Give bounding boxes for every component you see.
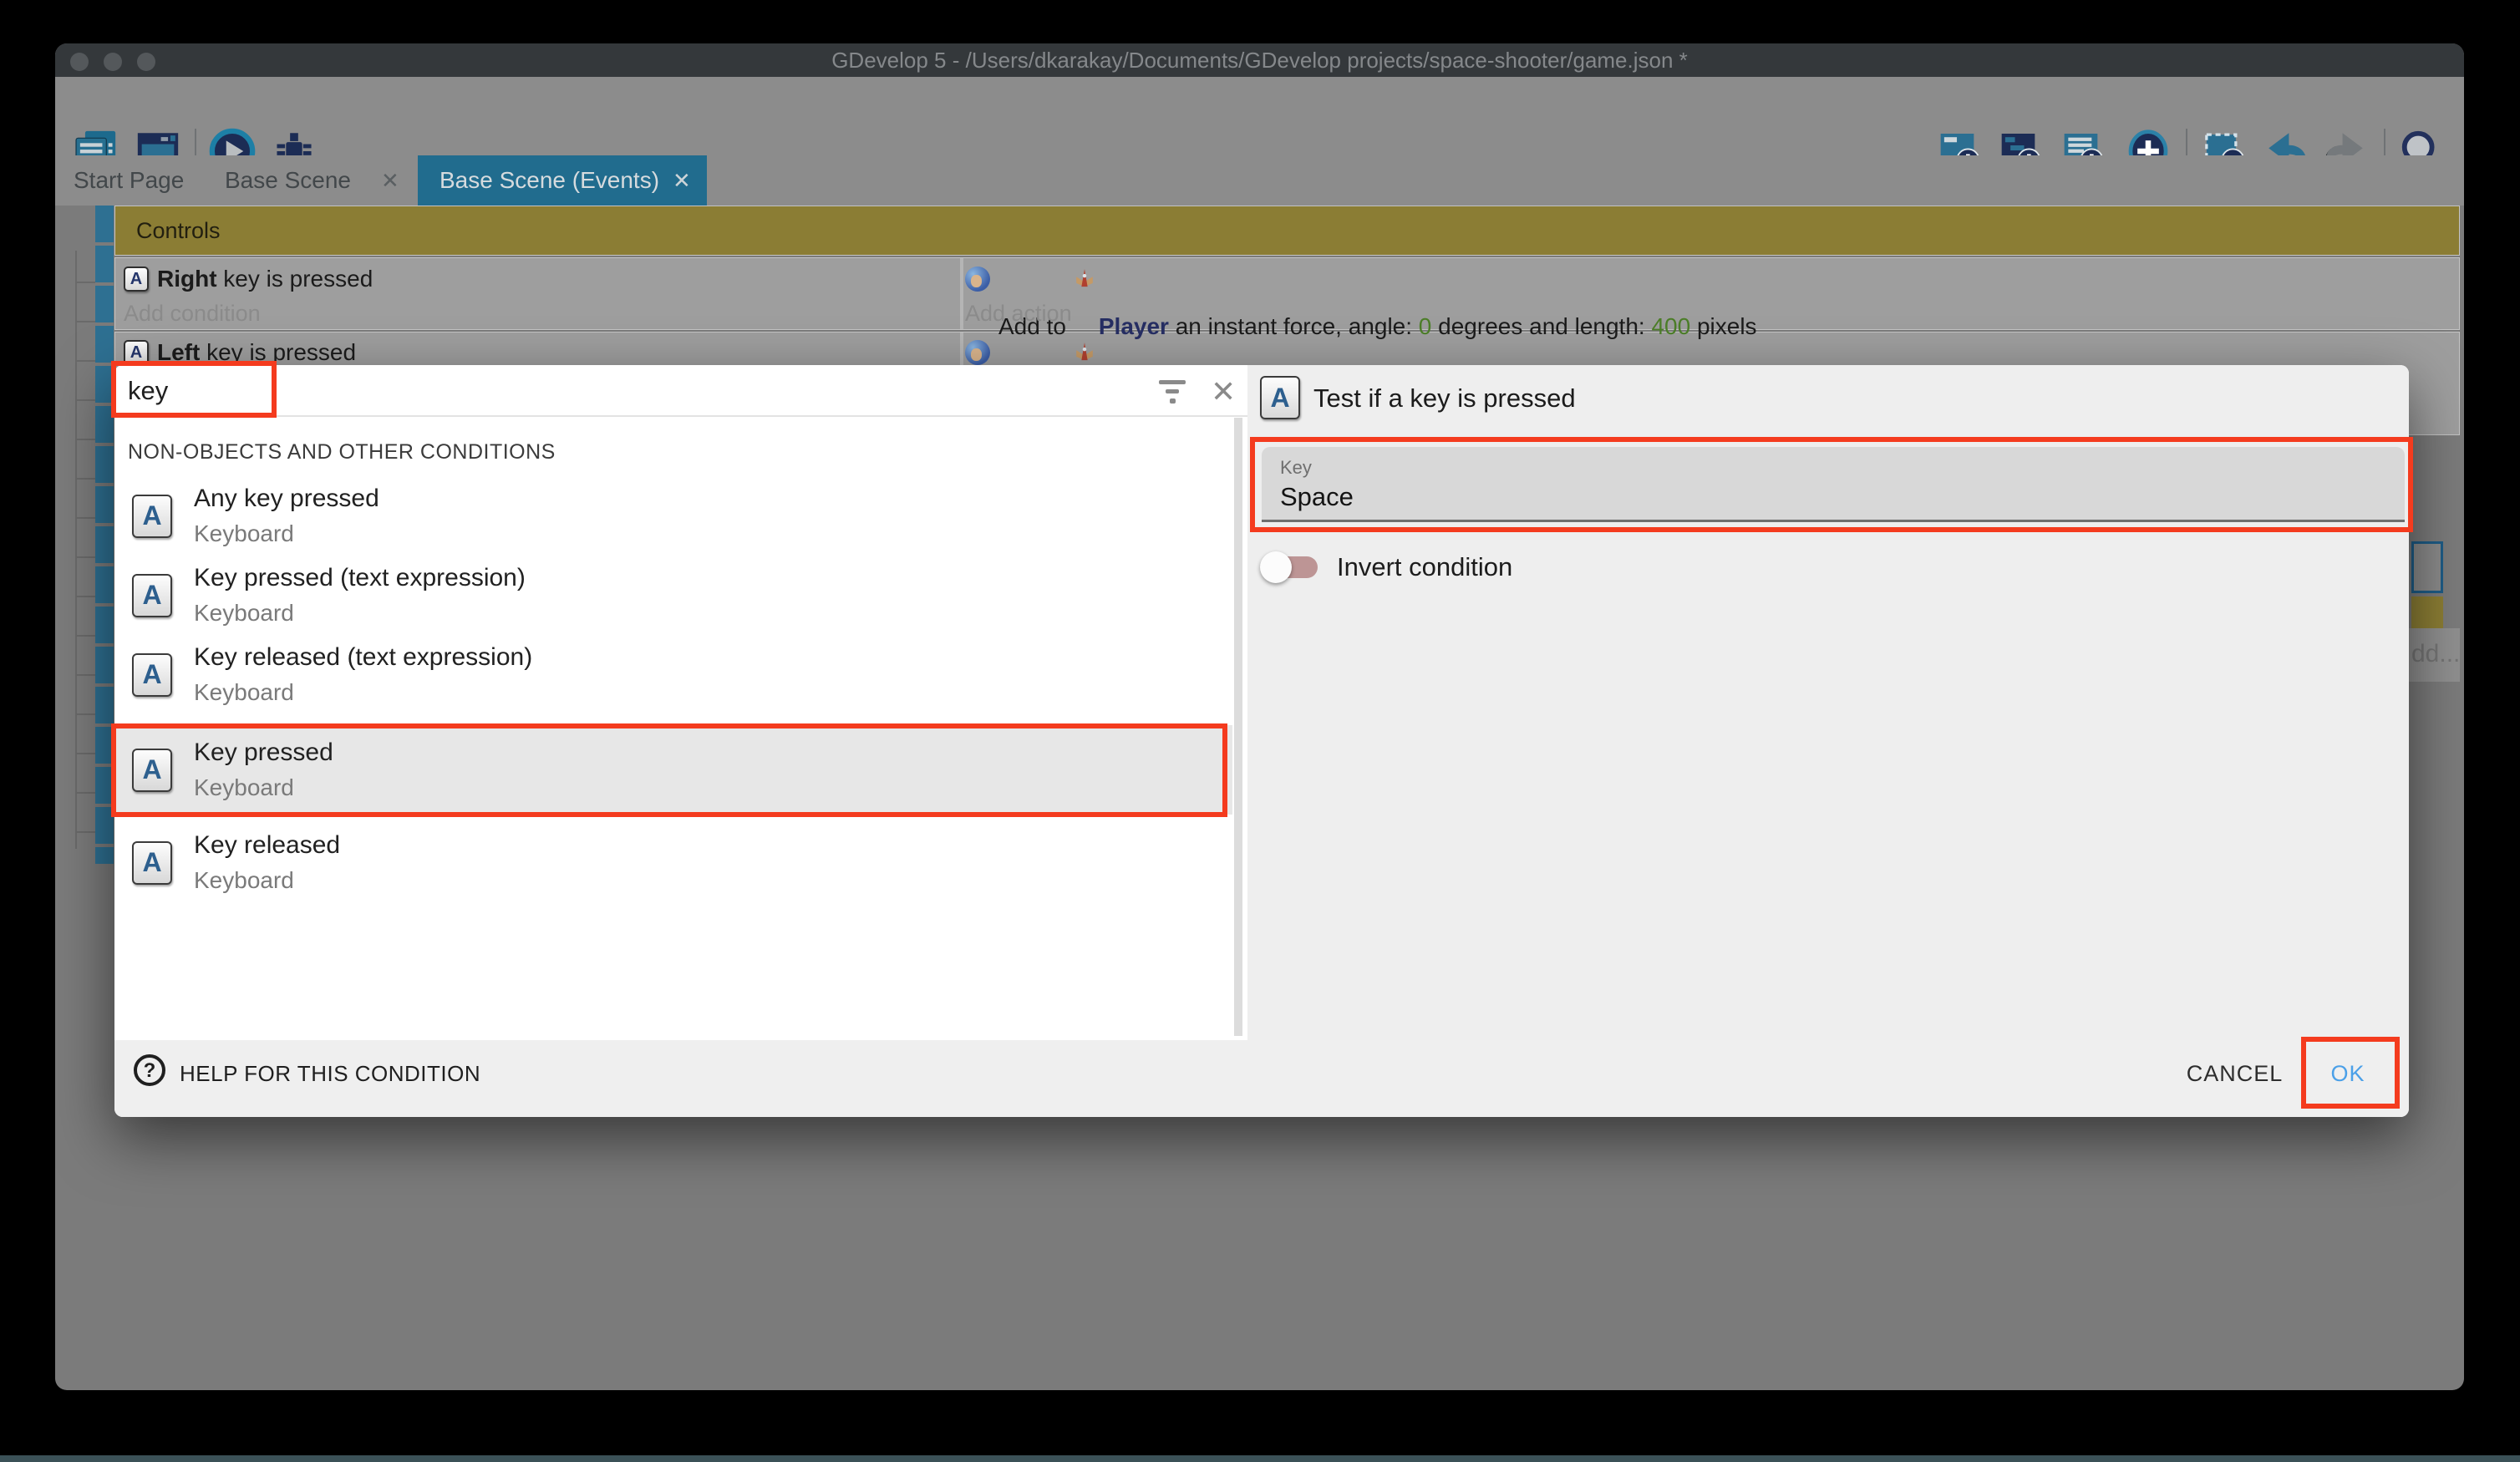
- highlighted-event-sliver: [2411, 541, 2443, 593]
- force-icon: [965, 267, 990, 292]
- tab-base-scene-events-label: Base Scene (Events): [439, 155, 659, 206]
- clipped-add-text: dd...: [2411, 640, 2460, 668]
- screenshot-canvas: GDevelop 5 - /Users/dkarakay/Documents/G…: [0, 0, 2520, 1462]
- add-condition-link[interactable]: Add condition: [124, 297, 261, 329]
- condition-item-subtitle: Keyboard: [194, 520, 379, 547]
- help-link[interactable]: HELP FOR THIS CONDITION: [180, 1061, 480, 1087]
- condition-right-key[interactable]: A Right key is pressed: [124, 261, 373, 297]
- keyboard-key-icon: A: [132, 841, 172, 885]
- toggle-thumb[interactable]: [1260, 551, 1292, 583]
- tab-start-page[interactable]: Start Page: [74, 155, 184, 206]
- tab-base-scene-close-icon[interactable]: ✕: [381, 155, 399, 206]
- condition-detail-title: Test if a key is pressed: [1313, 383, 1576, 414]
- condition-list-item[interactable]: A Any key pressed Keyboard: [114, 476, 1232, 556]
- section-header: NON-OBJECTS AND OTHER CONDITIONS: [128, 440, 556, 464]
- divider: [114, 415, 1247, 417]
- annotation-ok-box: [2301, 1037, 2400, 1109]
- close-icon[interactable]: ✕: [1211, 377, 1236, 407]
- annotation-key-pressed-box: [111, 723, 1227, 817]
- condition-item-title: Key pressed (text expression): [194, 564, 526, 592]
- titlebar: GDevelop 5 - /Users/dkarakay/Documents/G…: [55, 43, 2464, 77]
- tab-base-scene-events[interactable]: Base Scene (Events) ✕: [418, 155, 707, 206]
- event-tree-connectors: [75, 244, 95, 862]
- tab-base-scene[interactable]: Base Scene: [225, 155, 351, 206]
- condition-list-item[interactable]: A Key released Keyboard: [114, 823, 1232, 902]
- keyboard-key-icon: A: [132, 653, 172, 697]
- help-icon[interactable]: ?: [134, 1054, 165, 1086]
- player-ship-icon: [1073, 341, 1096, 364]
- condition-item-title: Any key pressed: [194, 485, 379, 513]
- condition-action-divider: [960, 258, 963, 329]
- condition-item-subtitle: Keyboard: [194, 867, 340, 894]
- list-scrollbar[interactable]: [1234, 418, 1242, 1036]
- window-title: GDevelop 5 - /Users/dkarakay/Documents/G…: [55, 43, 2464, 77]
- condition-list-item[interactable]: A Key released (text expression) Keyboar…: [114, 635, 1232, 714]
- keyboard-key-icon: A: [132, 574, 172, 617]
- tab-base-scene-events-close-icon[interactable]: ✕: [673, 155, 691, 206]
- force-icon: [965, 340, 990, 365]
- condition-item-title: Key released: [194, 831, 340, 860]
- invert-condition-label: Invert condition: [1337, 552, 1512, 582]
- dialog-footer: ? HELP FOR THIS CONDITION CANCEL OK: [114, 1040, 2409, 1117]
- annotation-key-field-box: [1250, 437, 2413, 532]
- comment-text: Controls: [136, 206, 221, 255]
- condition-item-subtitle: Keyboard: [194, 679, 532, 706]
- keyboard-key-icon: A: [132, 495, 172, 538]
- condition-list-pane: ✕ NON-OBJECTS AND OTHER CONDITIONS A Any…: [114, 365, 1247, 1040]
- annotation-search-box: [111, 361, 277, 418]
- cancel-button[interactable]: CANCEL: [2170, 1061, 2299, 1087]
- main-toolbar: [55, 77, 2464, 155]
- filter-icon[interactable]: [1156, 378, 1189, 409]
- screen-edge-strip: [0, 1455, 2520, 1462]
- condition-list-item[interactable]: A Key pressed (text expression) Keyboard: [114, 556, 1232, 635]
- keyboard-key-icon: A: [124, 267, 149, 292]
- editor-tabbar: Start Page Base Scene ✕ Base Scene (Even…: [55, 155, 2464, 206]
- condition-text: Right key is pressed: [157, 266, 373, 292]
- condition-item-subtitle: Keyboard: [194, 600, 526, 627]
- condition-item-title: Key released (text expression): [194, 643, 532, 672]
- keyboard-key-icon: A: [1260, 376, 1300, 419]
